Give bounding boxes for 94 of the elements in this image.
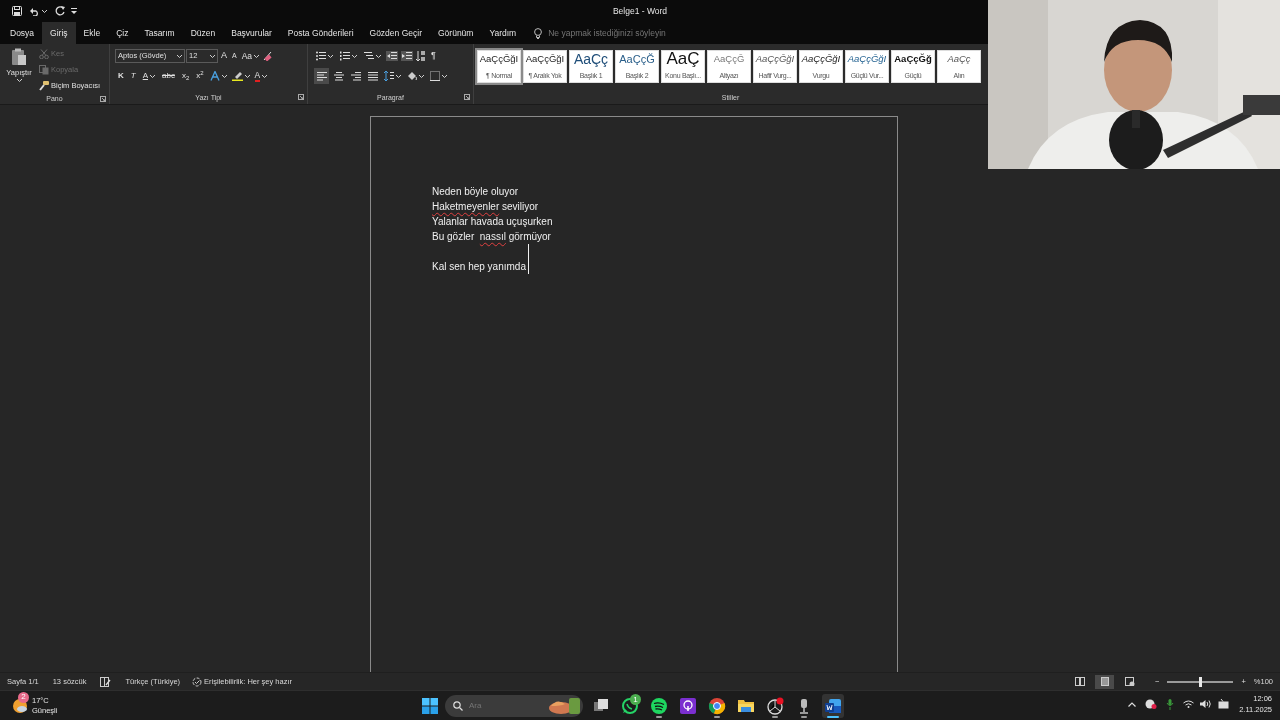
caret-icon bbox=[328, 54, 333, 58]
line-spacing-button[interactable] bbox=[382, 68, 403, 84]
caret-icon bbox=[262, 74, 268, 78]
caret-icon bbox=[396, 74, 401, 78]
decrease-indent-icon[interactable] bbox=[386, 51, 398, 61]
ribbon-tab[interactable]: Tasarım bbox=[136, 22, 183, 44]
caret-icon bbox=[16, 79, 22, 83]
paint-bucket-icon bbox=[407, 71, 417, 81]
ribbon-tab[interactable]: Görünüm bbox=[430, 22, 482, 44]
accessibility-icon bbox=[192, 676, 203, 687]
redo-icon[interactable] bbox=[55, 6, 65, 16]
caret-icon bbox=[419, 74, 424, 78]
text-effects-icon bbox=[209, 71, 220, 81]
caret-icon bbox=[150, 74, 155, 78]
copy-icon bbox=[39, 65, 49, 75]
clear-formatting-icon[interactable] bbox=[262, 51, 274, 61]
increase-indent-icon[interactable] bbox=[401, 51, 413, 61]
dialog-launcher-icon[interactable] bbox=[100, 96, 106, 102]
print-view-button[interactable] bbox=[1095, 674, 1115, 689]
paintbrush-icon bbox=[39, 81, 49, 91]
battery-icon[interactable] bbox=[1218, 699, 1231, 709]
ribbon-tab[interactable]: Posta Gönderileri bbox=[279, 22, 362, 44]
word-app-icon bbox=[824, 697, 842, 715]
ribbon-tab[interactable]: Başvurular bbox=[223, 22, 280, 44]
microphone-icon[interactable] bbox=[1166, 698, 1175, 710]
superscript-button[interactable]: x$^{2}$ bbox=[193, 68, 207, 84]
font-color-button[interactable]: A bbox=[252, 68, 270, 84]
ribbon-tab[interactable]: Giriş bbox=[42, 22, 76, 44]
globe-page-icon bbox=[1124, 677, 1135, 686]
document-line: Neden böyle oluyor bbox=[432, 185, 519, 199]
underline-button[interactable]: A bbox=[139, 68, 158, 84]
caret-icon bbox=[244, 74, 250, 78]
clipboard-icon bbox=[11, 48, 27, 66]
tell-me-field[interactable]: Ne yapmak istediğinizi söyleyin bbox=[548, 26, 699, 40]
borders-button[interactable] bbox=[428, 68, 449, 84]
wifi-icon[interactable] bbox=[1183, 700, 1195, 708]
notification-badge: 1 bbox=[630, 694, 641, 705]
multilevel-list-icon bbox=[364, 51, 374, 61]
browser-icon bbox=[708, 697, 726, 715]
ribbon-tab[interactable]: Düzen bbox=[182, 22, 224, 44]
ribbon-tab[interactable]: Dosya bbox=[2, 22, 43, 44]
chevron-up-icon[interactable] bbox=[1128, 701, 1137, 707]
caret-icon bbox=[210, 54, 215, 58]
italic-button[interactable]: T bbox=[127, 68, 139, 84]
sort-icon[interactable] bbox=[416, 50, 426, 62]
line-spacing-icon bbox=[384, 71, 394, 81]
list-icon bbox=[316, 51, 326, 61]
lightbulb-icon bbox=[534, 27, 543, 39]
document-line: Kal sen hep yanımda bbox=[432, 244, 529, 274]
chat-bubble-icon bbox=[621, 697, 639, 715]
notification-badge: 2 bbox=[18, 691, 29, 703]
caret-icon bbox=[352, 54, 357, 58]
ribbon-tab[interactable]: Çiz bbox=[108, 22, 137, 44]
folder-icon bbox=[737, 697, 755, 715]
volume-icon[interactable] bbox=[1200, 699, 1213, 709]
search-highlight-drawing bbox=[547, 696, 581, 716]
podcast-app-icon bbox=[679, 697, 697, 715]
document-line: Bu gözler nassıl görmüyor bbox=[432, 230, 551, 244]
search-icon bbox=[453, 701, 463, 711]
document-line: Yalanlar havada uçuşurken bbox=[432, 215, 553, 229]
window-title: Belge1 - Word bbox=[612, 4, 668, 18]
ribbon-tab[interactable]: Ekle bbox=[75, 22, 109, 44]
caret-icon bbox=[254, 54, 260, 58]
caret-icon bbox=[42, 9, 47, 13]
caret-icon bbox=[376, 54, 381, 58]
borders-icon bbox=[430, 71, 440, 81]
zoom-slider-thumb[interactable] bbox=[1198, 676, 1202, 687]
highlighter-icon bbox=[231, 71, 243, 81]
undo-icon bbox=[30, 6, 40, 16]
book-icon bbox=[1074, 677, 1085, 686]
dialog-launcher-icon[interactable] bbox=[298, 94, 304, 100]
start-icon[interactable] bbox=[422, 698, 438, 714]
ribbon-tab[interactable]: Yardım bbox=[481, 22, 525, 44]
caret-icon bbox=[177, 54, 182, 58]
proofing-icon[interactable] bbox=[100, 676, 112, 687]
grow-font-button[interactable]: A bbox=[219, 48, 229, 64]
dialog-launcher-icon[interactable] bbox=[464, 94, 470, 100]
align-left-button[interactable] bbox=[314, 68, 329, 84]
customize-icon[interactable] bbox=[71, 8, 77, 14]
caret-icon bbox=[221, 74, 227, 78]
caret-icon bbox=[442, 74, 447, 78]
change-case-button[interactable]: Aa bbox=[239, 48, 262, 64]
subscript-button[interactable]: x$_{2}$ bbox=[178, 68, 193, 84]
page-icon bbox=[1099, 677, 1110, 686]
save-icon[interactable] bbox=[12, 6, 22, 16]
strikethrough-button[interactable]: abc bbox=[159, 68, 178, 84]
word-app-button[interactable] bbox=[822, 694, 844, 718]
numbered-list-icon bbox=[340, 51, 350, 61]
music-app-icon bbox=[650, 697, 668, 715]
document-line: Haketmeyenler seviliyor bbox=[432, 200, 539, 214]
scissors-icon bbox=[39, 49, 49, 59]
bold-button[interactable]: K bbox=[115, 68, 127, 84]
show-formatting-button[interactable]: ¶ bbox=[429, 48, 438, 64]
ribbon-tab[interactable]: Gözden Geçir bbox=[361, 22, 430, 44]
